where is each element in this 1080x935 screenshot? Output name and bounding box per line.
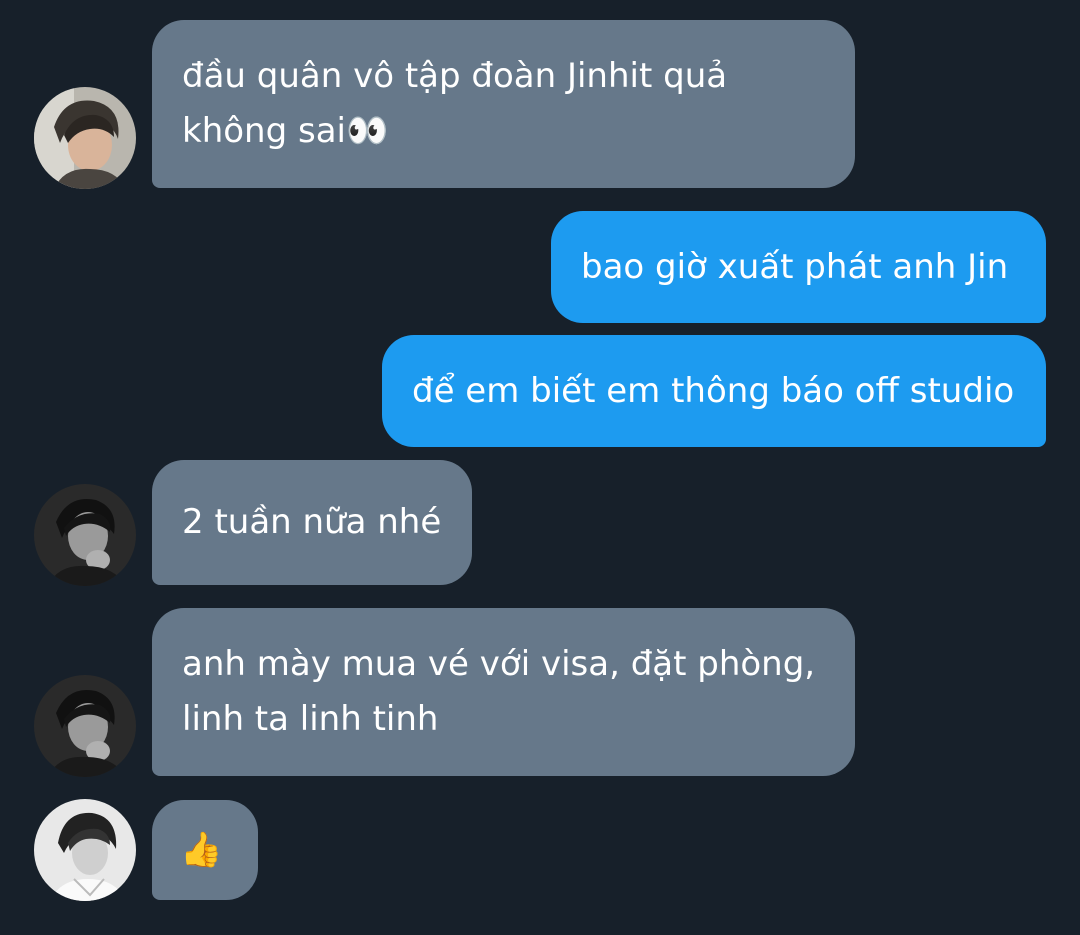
message-bubble-sent[interactable]: để em biết em thông báo off studio (382, 335, 1046, 447)
thumbs-up-icon: 👍 (180, 829, 223, 870)
avatar[interactable] (34, 675, 136, 777)
message-bubble-received[interactable]: 2 tuần nữa nhé (152, 460, 472, 585)
message-text: 2 tuần nữa nhé (182, 502, 442, 542)
message-text: linh ta linh tinh (182, 699, 439, 739)
message-text: đầu quân vô tập đoàn Jinhit quả (182, 56, 728, 96)
profile-photo-icon (34, 675, 136, 777)
avatar[interactable] (34, 484, 136, 586)
profile-photo-icon (34, 799, 136, 901)
message-text: không sai👀 (182, 111, 389, 151)
message-text: để em biết em thông báo off studio (412, 370, 1015, 411)
profile-photo-icon (34, 484, 136, 586)
message-text: anh mày mua vé với visa, đặt phòng, (182, 644, 816, 684)
avatar[interactable] (34, 799, 136, 901)
avatar[interactable] (34, 87, 136, 189)
message-text: bao giờ xuất phát anh Jin (581, 246, 1009, 287)
message-bubble-received[interactable]: 👍 (152, 800, 258, 900)
profile-photo-icon (34, 87, 136, 189)
message-bubble-received[interactable]: đầu quân vô tập đoàn Jinhit quả không sa… (152, 20, 855, 188)
message-bubble-sent[interactable]: bao giờ xuất phát anh Jin (551, 211, 1046, 323)
message-bubble-received[interactable]: anh mày mua vé với visa, đặt phòng, linh… (152, 608, 855, 776)
